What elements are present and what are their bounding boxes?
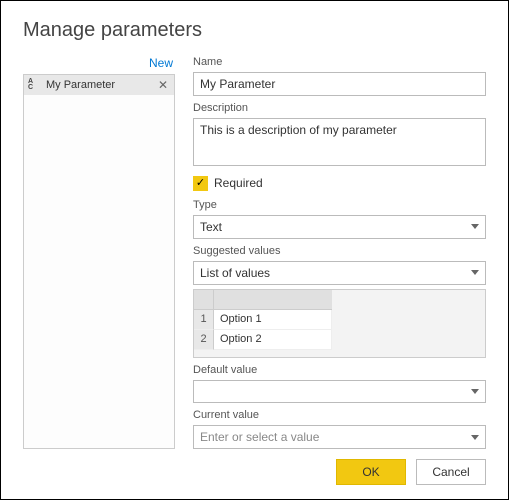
right-panel: Name Description This is a description o…: [193, 54, 486, 449]
dialog-body: New My Parameter ✕ Name Description This…: [23, 54, 486, 449]
default-value-select[interactable]: [193, 380, 486, 403]
required-label: Required: [214, 176, 263, 190]
parameter-list-item[interactable]: My Parameter ✕: [24, 75, 174, 95]
description-input[interactable]: This is a description of my parameter: [193, 118, 486, 166]
suggested-selected-text: List of values: [200, 266, 270, 280]
grid-corner: [194, 290, 214, 310]
chevron-down-icon: [471, 435, 479, 440]
grid-header: [214, 290, 332, 310]
grid-row-num: 1: [194, 310, 214, 330]
dialog-title: Manage parameters: [23, 19, 486, 42]
suggested-values-label: Suggested values: [193, 245, 486, 257]
new-parameter-link[interactable]: New: [23, 54, 175, 74]
type-selected-text: Text: [200, 220, 222, 234]
current-value-select[interactable]: Enter or select a value: [193, 425, 486, 449]
required-row: Required: [193, 176, 486, 191]
parameter-list: My Parameter ✕: [23, 74, 175, 449]
current-value-placeholder: Enter or select a value: [200, 430, 319, 444]
left-panel: New My Parameter ✕: [23, 54, 175, 449]
current-value-label: Current value: [193, 409, 486, 421]
name-label: Name: [193, 56, 486, 68]
values-grid[interactable]: 1 Option 1 2 Option 2: [193, 289, 486, 359]
type-label: Type: [193, 199, 486, 211]
name-input[interactable]: [193, 72, 486, 96]
dialog-footer: OK Cancel: [23, 459, 486, 485]
parameter-item-label: My Parameter: [46, 79, 152, 91]
grid-cell[interactable]: Option 2: [214, 330, 332, 350]
chevron-down-icon: [471, 389, 479, 394]
cancel-button[interactable]: Cancel: [416, 459, 486, 485]
grid-row-num: 2: [194, 330, 214, 350]
chevron-down-icon: [471, 224, 479, 229]
manage-parameters-dialog: Manage parameters New My Parameter ✕ Nam…: [0, 0, 509, 500]
ok-button[interactable]: OK: [336, 459, 406, 485]
description-label: Description: [193, 102, 486, 114]
type-select[interactable]: Text: [193, 215, 486, 239]
suggested-values-select[interactable]: List of values: [193, 261, 486, 285]
grid-cell[interactable]: Option 1: [214, 310, 332, 330]
default-value-label: Default value: [193, 364, 486, 376]
required-checkbox[interactable]: [193, 176, 208, 191]
remove-parameter-icon[interactable]: ✕: [156, 78, 170, 92]
chevron-down-icon: [471, 270, 479, 275]
text-type-icon: [28, 79, 42, 91]
